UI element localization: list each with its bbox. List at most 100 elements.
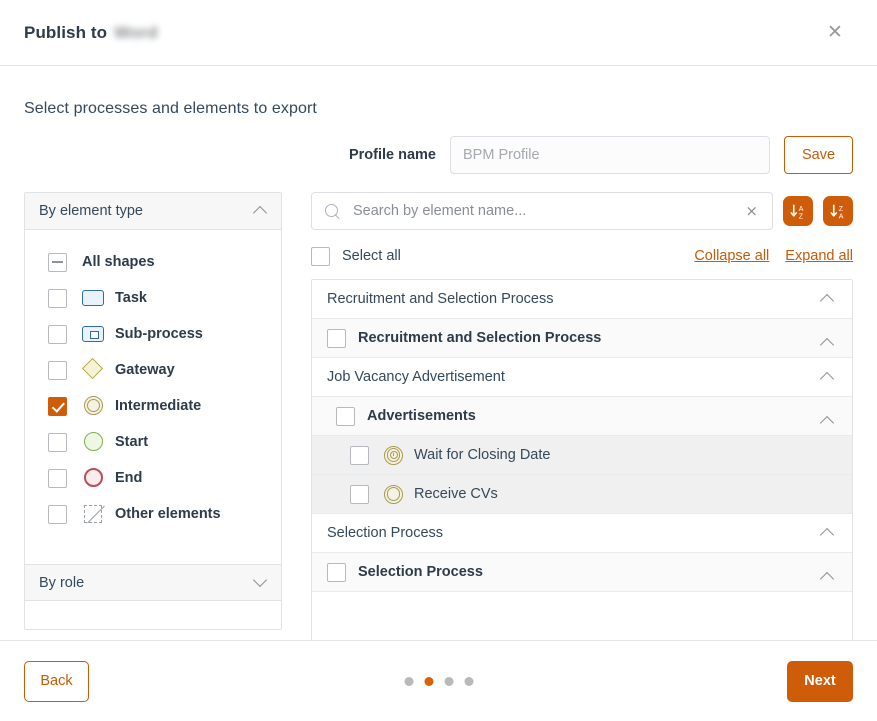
element-type-row-intermediate[interactable]: Intermediate [25, 388, 281, 424]
tree-group-label: Recruitment and Selection Process [327, 291, 554, 307]
sort-ascending-button[interactable]: A Z [783, 196, 813, 226]
search-box[interactable]: × [311, 192, 773, 230]
sort-az-icon: A Z [789, 204, 803, 220]
element-type-row-end[interactable]: End [25, 460, 281, 496]
tree-row[interactable]: Advertisements [312, 397, 852, 436]
element-type-row-other-elements[interactable]: Other elements [25, 496, 281, 532]
element-type-row-start[interactable]: Start [25, 424, 281, 460]
end-event-icon [82, 468, 104, 488]
checkbox-tree-item[interactable] [336, 406, 355, 426]
step-dot-active[interactable] [424, 676, 433, 686]
chevron-up-icon[interactable] [820, 295, 835, 304]
tree-item-label: Selection Process [358, 564, 483, 580]
chevron-up-icon[interactable] [820, 373, 835, 382]
checkbox-tree-item[interactable] [327, 328, 346, 348]
tree-row[interactable]: Receive CVs [312, 475, 852, 514]
close-icon[interactable]: ✕ [823, 21, 847, 45]
element-type-row-gateway[interactable]: Gateway [25, 352, 281, 388]
element-type-row-all-shapes[interactable]: All shapes [25, 244, 281, 280]
checkbox-all-shapes[interactable] [48, 252, 67, 272]
tree-row[interactable]: Job Vacancy Advertisement [312, 358, 852, 397]
step-dot[interactable] [464, 676, 473, 686]
accordion-by-element-type[interactable]: By element type [25, 193, 281, 230]
element-type-label: Task [115, 290, 147, 306]
sort-za-icon: Z A [829, 204, 843, 220]
element-type-row-sub-process[interactable]: Sub-process [25, 316, 281, 352]
tree-item-label: Advertisements [367, 408, 476, 424]
search-input[interactable] [351, 202, 733, 220]
chevron-down-icon [253, 578, 268, 587]
elements-column: × A Z Z A [311, 192, 853, 640]
dialog-header: Publish to Word ✕ [0, 0, 877, 66]
step-dot[interactable] [404, 676, 413, 686]
element-type-label: All shapes [82, 254, 155, 270]
svg-text:Z: Z [838, 205, 843, 212]
profile-name-label: Profile name [348, 147, 436, 163]
chevron-up-icon[interactable] [820, 339, 835, 348]
svg-text:A: A [838, 213, 843, 220]
element-type-label: Start [115, 434, 149, 450]
checkbox-task[interactable] [48, 288, 67, 308]
clear-search-icon[interactable]: × [743, 203, 760, 219]
collapse-all-link[interactable]: Collapse all [694, 248, 769, 264]
tree-row[interactable]: Recruitment and Selection Process [312, 280, 852, 319]
section-subtitle: Select processes and elements to export [24, 100, 317, 117]
element-type-label: Intermediate [115, 398, 202, 414]
element-tree: Recruitment and Selection Process Recrui… [311, 279, 853, 640]
tree-leaf-label: Receive CVs [414, 486, 498, 502]
chevron-up-icon[interactable] [820, 417, 835, 426]
checkbox-tree-item[interactable] [327, 562, 346, 582]
chevron-up-icon[interactable] [820, 529, 835, 538]
page-title: Publish to Word [24, 23, 158, 43]
sub-process-shape-icon [82, 324, 104, 344]
accordion-by-element-type-label: By element type [39, 203, 143, 219]
checkbox-sub-process[interactable] [48, 324, 67, 344]
chevron-up-icon[interactable] [820, 573, 835, 582]
tree-links: Collapse all Expand all [694, 248, 853, 264]
profile-row: Profile name Save [24, 136, 853, 174]
tree-item-label: Recruitment and Selection Process [358, 330, 602, 346]
tree-row[interactable]: Selection Process [312, 553, 852, 592]
element-type-label: Other elements [115, 506, 221, 522]
checkbox-gateway[interactable] [48, 360, 67, 380]
intermediate-event-icon [384, 484, 403, 504]
tree-row[interactable]: Selection Process [312, 514, 852, 553]
checkbox-intermediate[interactable] [48, 396, 67, 416]
tree-empty-area [312, 592, 852, 640]
search-icon [325, 203, 340, 219]
checkbox-start[interactable] [48, 432, 67, 452]
dialog-body: Select processes and elements to export … [0, 66, 877, 640]
publish-dialog: Publish to Word ✕ Select processes and e… [0, 0, 877, 721]
page-title-target: Word [114, 22, 158, 42]
accordion-by-role-label: By role [39, 574, 85, 591]
checkbox-tree-leaf[interactable] [350, 484, 369, 504]
step-dot[interactable] [444, 676, 453, 686]
select-all-label: Select all [342, 248, 401, 264]
tree-group-label: Selection Process [327, 525, 444, 541]
checkbox-tree-leaf[interactable] [350, 445, 369, 465]
checkbox-select-all[interactable] [311, 246, 330, 266]
tree-tools-row: Select all Collapse all Expand all [311, 245, 853, 267]
checkbox-other-elements[interactable] [48, 504, 67, 524]
task-shape-icon [82, 288, 104, 308]
expand-all-link[interactable]: Expand all [785, 248, 853, 264]
sort-descending-button[interactable]: Z A [823, 196, 853, 226]
tree-row[interactable]: Recruitment and Selection Process [312, 319, 852, 358]
svg-text:Z: Z [798, 213, 803, 220]
back-button[interactable]: Back [24, 660, 89, 702]
tree-row[interactable]: Wait for Closing Date [312, 436, 852, 475]
filters-panel-empty-area [25, 601, 281, 629]
element-type-label: Sub-process [115, 326, 203, 342]
tree-leaf-label: Wait for Closing Date [414, 447, 551, 463]
checkbox-end[interactable] [48, 468, 67, 488]
element-type-label: Gateway [115, 362, 175, 378]
save-button[interactable]: Save [784, 136, 853, 174]
next-button[interactable]: Next [787, 660, 853, 702]
step-indicator [404, 676, 473, 686]
element-type-row-task[interactable]: Task [25, 280, 281, 316]
timer-intermediate-event-icon [384, 445, 403, 465]
accordion-by-role[interactable]: By role [25, 564, 281, 601]
profile-name-input[interactable] [450, 136, 770, 174]
element-type-label: End [115, 470, 143, 486]
filters-panel: By element type All shapes Task Sub-proc… [24, 192, 282, 630]
